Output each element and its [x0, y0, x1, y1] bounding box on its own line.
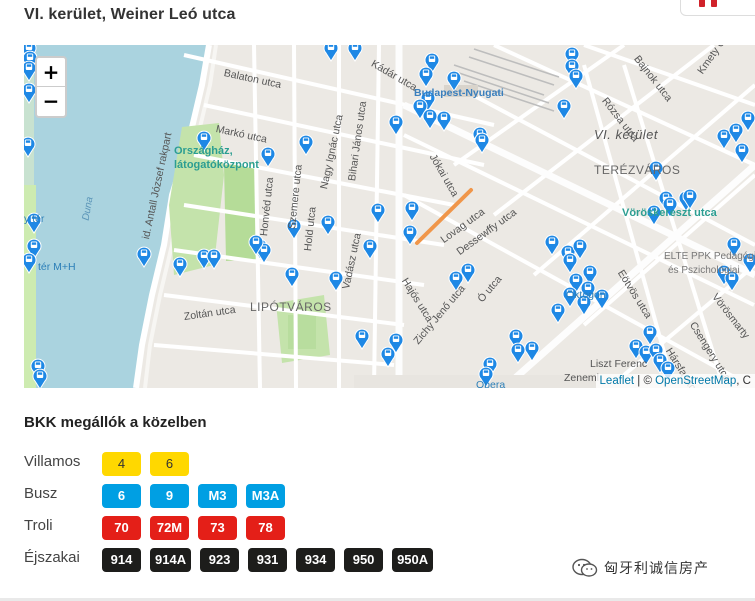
line-badge-night[interactable]: 950	[344, 548, 384, 572]
line-badge-troli[interactable]: 78	[246, 516, 285, 540]
map-label: Liszt Ferenc	[590, 358, 648, 370]
watermark-text: 匈牙利诚信房产	[604, 560, 709, 576]
line-badges: 70 72M 73 78	[102, 516, 285, 540]
bus-stop-marker[interactable]	[474, 132, 490, 154]
bus-stop-marker[interactable]	[24, 252, 37, 274]
bus-stop-marker[interactable]	[544, 234, 560, 256]
zoom-out-button[interactable]: −	[37, 87, 65, 116]
map-label: tér M+H	[38, 261, 76, 273]
brand-mark-icon	[711, 0, 717, 7]
map-label: és Pszichológiai	[668, 265, 740, 276]
map-label: látogatóközpont	[174, 159, 259, 171]
bus-stop-marker[interactable]	[136, 246, 152, 268]
stop-row-label: Troli	[24, 517, 53, 534]
bus-stop-marker[interactable]	[32, 368, 48, 388]
bus-stop-marker[interactable]	[734, 142, 750, 164]
map-label: LIPÓTVÁROS	[250, 300, 332, 314]
bus-stop-marker[interactable]	[436, 110, 452, 132]
bus-stop-marker[interactable]	[422, 108, 438, 130]
line-badge-tram[interactable]: 6	[150, 452, 189, 476]
leaflet-link[interactable]: Leaflet	[600, 375, 635, 387]
stop-row-label: Villamos	[24, 453, 81, 470]
line-badge-bus[interactable]: 9	[150, 484, 189, 508]
map-view[interactable]: Balaton utca Kádár utca Bajnok utca Kmet…	[24, 45, 755, 388]
line-badge-night[interactable]: 950A	[392, 548, 434, 572]
bus-stop-marker[interactable]	[354, 328, 370, 350]
stop-row-label: Éjszakai	[24, 549, 80, 566]
line-badges: 6 9 M3 M3A	[102, 484, 285, 508]
bus-stop-marker[interactable]	[298, 134, 314, 156]
stop-row-label: Busz	[24, 485, 58, 502]
bus-stop-marker[interactable]	[320, 214, 336, 236]
bus-stop-marker[interactable]	[24, 136, 36, 158]
line-badge-night[interactable]: 914	[102, 548, 141, 572]
line-badge-tram[interactable]: 4	[102, 452, 141, 476]
top-action-card[interactable]	[680, 0, 755, 16]
map-label: y tér	[24, 213, 45, 225]
bus-stop-marker[interactable]	[510, 342, 526, 364]
line-badge-bus[interactable]: 6	[102, 484, 141, 508]
bus-stop-marker[interactable]	[404, 200, 420, 222]
attribution-separator: | ©	[634, 375, 656, 387]
watermark: 匈牙利诚信房产	[572, 558, 709, 578]
page-title: VI. kerület, Weiner Leó utca	[24, 6, 236, 23]
line-badge-troli[interactable]: 73	[198, 516, 237, 540]
zoom-control: + −	[35, 56, 67, 118]
line-badge-troli[interactable]: 70	[102, 516, 141, 540]
bus-stop-marker[interactable]	[172, 256, 188, 278]
stops-heading: BKK megállók a közelben	[24, 414, 207, 431]
bus-stop-marker[interactable]	[418, 66, 434, 88]
map-label: Országház,	[174, 145, 233, 157]
bus-stop-marker[interactable]	[524, 340, 540, 362]
map-label: Oktogon	[566, 289, 606, 301]
line-badges: 46	[102, 452, 189, 476]
brand-mark-icon	[699, 0, 705, 7]
map-label: TERÉZVÁROS	[594, 163, 681, 177]
bus-stop-marker[interactable]	[556, 98, 572, 120]
bus-stop-marker[interactable]	[347, 45, 363, 62]
bus-stop-marker[interactable]	[568, 68, 584, 90]
line-badge-night[interactable]: 923	[200, 548, 240, 572]
bus-stop-marker[interactable]	[362, 238, 378, 260]
bus-stop-marker[interactable]	[388, 114, 404, 136]
line-badge-troli[interactable]: 72M	[150, 516, 189, 540]
bus-stop-marker[interactable]	[728, 122, 744, 144]
map-attribution: Leaflet | © OpenStreetMap, C	[595, 374, 755, 388]
bus-stop-marker[interactable]	[562, 252, 578, 274]
line-badge-night[interactable]: 934	[296, 548, 336, 572]
bus-stop-marker[interactable]	[260, 146, 276, 168]
bus-stop-marker[interactable]	[206, 248, 222, 270]
wechat-icon	[572, 558, 598, 577]
line-badge-night[interactable]: 914A	[150, 548, 192, 572]
bus-stop-marker[interactable]	[380, 346, 396, 368]
osm-link[interactable]: OpenStreetMap	[655, 375, 736, 387]
attribution-tail: , C	[736, 375, 751, 387]
bus-stop-marker[interactable]	[550, 302, 566, 324]
line-badge-bus[interactable]: M3	[198, 484, 237, 508]
map-label: ELTE PPK Pedagógiai	[664, 251, 755, 262]
district-label: VI. kerület	[594, 127, 659, 142]
zoom-in-button[interactable]: +	[37, 58, 65, 87]
line-badges: 914 914A 923 931 934 950 950A	[102, 548, 434, 572]
bus-stop-marker[interactable]	[323, 45, 339, 62]
map-label: Vöröskereszt utca	[622, 207, 717, 219]
line-badge-bus[interactable]: M3A	[246, 484, 285, 508]
bus-stop-marker[interactable]	[642, 324, 658, 346]
map-label: Zeneml	[564, 372, 600, 384]
bus-stop-marker[interactable]	[370, 202, 386, 224]
map-label: Budapest-Nyugati	[414, 87, 504, 99]
bus-stop-marker[interactable]	[402, 224, 418, 246]
line-badge-night[interactable]: 931	[248, 548, 288, 572]
map-label: Opera	[476, 379, 506, 388]
bus-stop-marker[interactable]	[284, 266, 300, 288]
